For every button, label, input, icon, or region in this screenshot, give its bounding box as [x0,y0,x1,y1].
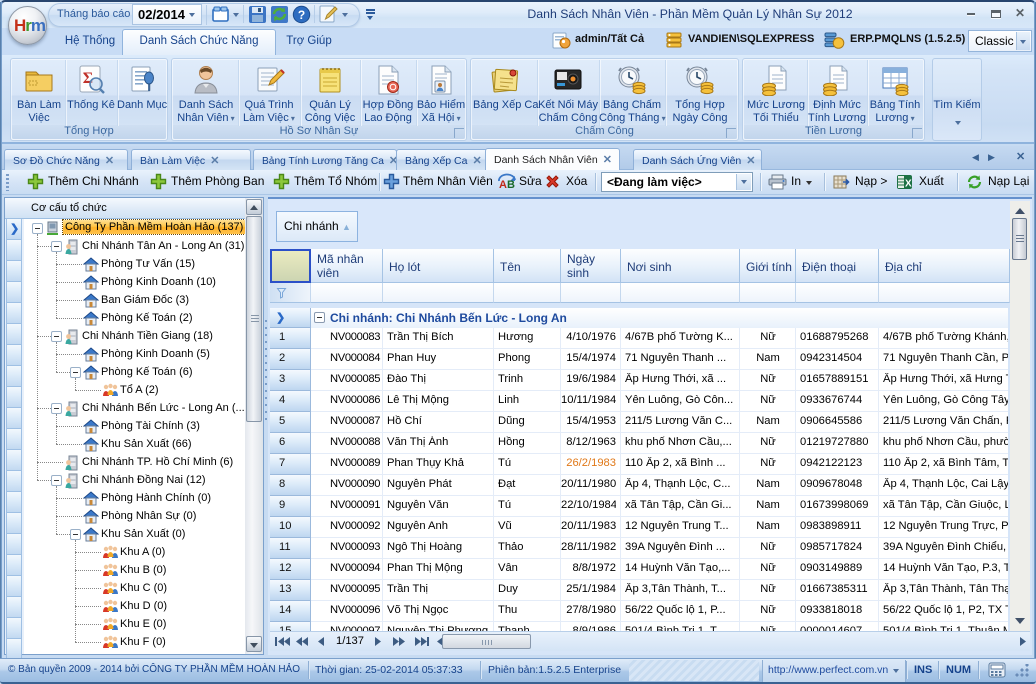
svg-text:A: A [499,179,507,190]
svg-text:X: X [905,179,912,190]
svg-text:B: B [507,179,515,190]
svg-text:?: ? [298,8,305,22]
